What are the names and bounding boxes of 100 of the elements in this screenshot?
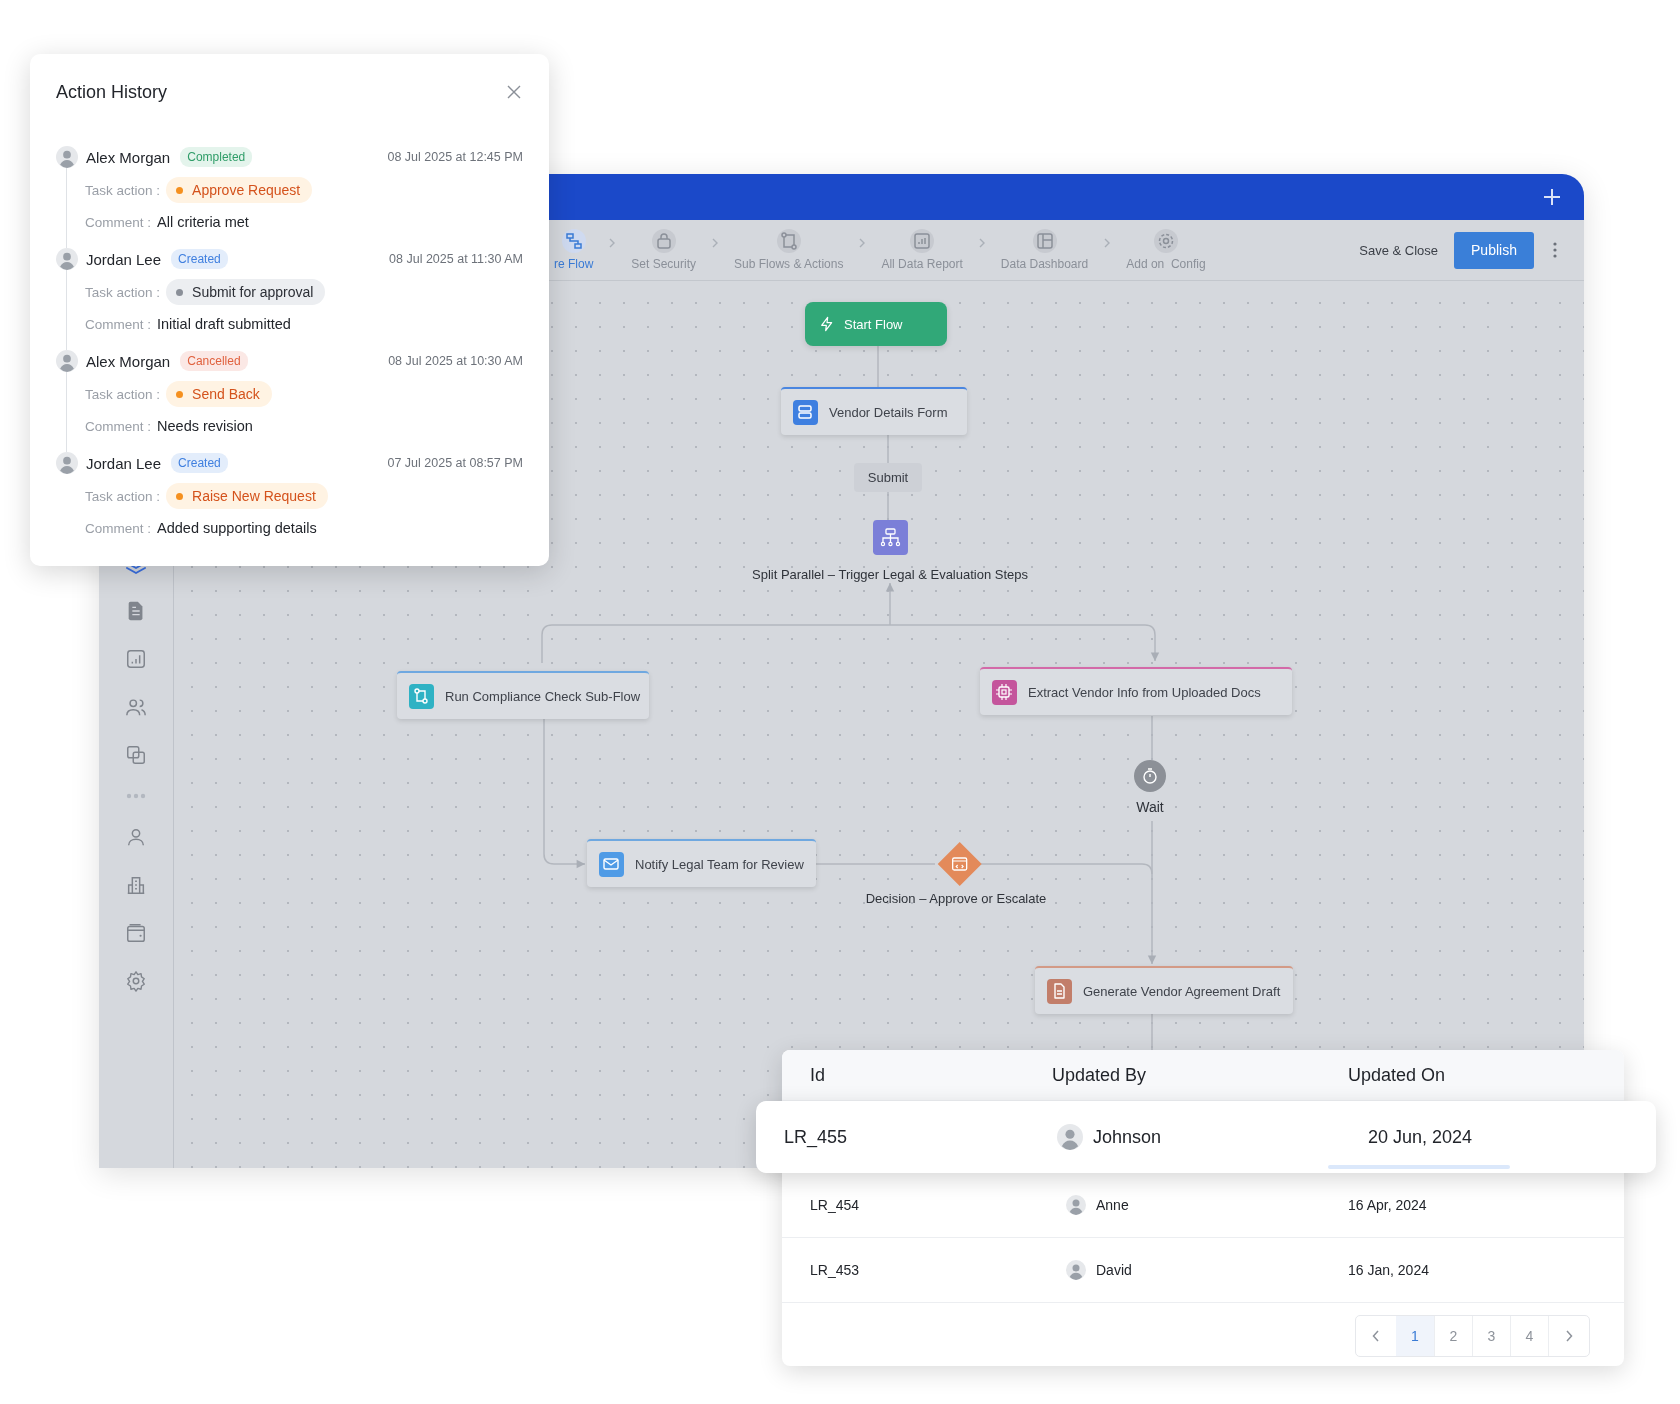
field-label: Comment :	[85, 316, 152, 332]
step-icon	[651, 229, 676, 253]
table-cell-text: 16 Apr, 2024	[1348, 1197, 1428, 1213]
node-label: Vendor Details Form	[829, 404, 948, 420]
node-label: Split Parallel – Trigger Legal & Evaluation Steps	[752, 567, 1028, 582]
chevron-icon	[608, 237, 617, 249]
mail-icon	[599, 851, 624, 877]
more-icon	[1552, 241, 1558, 259]
chart-icon	[125, 648, 147, 670]
column-header: Updated By	[1052, 1064, 1148, 1086]
step-tab[interactable]: Set Security	[631, 229, 697, 271]
field-label: Task action :	[85, 386, 161, 402]
comment-text: Initial draft submitted	[157, 316, 291, 332]
user-name: Jordan Lee	[86, 250, 162, 268]
form-icon	[793, 399, 818, 425]
step-icon	[776, 229, 801, 253]
table-row[interactable]: LR_455 Johnson 20 Jun, 2024	[756, 1101, 1656, 1173]
step-tab[interactable]: re Flow	[554, 229, 594, 271]
status-badge: Cancelled	[180, 351, 248, 371]
user-name: Alex Morgan	[86, 352, 171, 370]
chevron-icon	[1103, 237, 1112, 249]
node-label: Run Compliance Check Sub-Flow	[445, 688, 641, 704]
node-label: Extract Vendor Info from Uploaded Docs	[1028, 684, 1261, 700]
table-cell: Johnson	[1093, 1126, 1162, 1148]
comment-text: Added supporting details	[157, 520, 317, 536]
table-cell-text: LR_454	[810, 1197, 861, 1213]
status-badge: Created	[171, 249, 228, 269]
node-label: Decision – Approve or Escalate	[865, 891, 1047, 906]
action-tag: Send Back	[166, 381, 272, 407]
bolt-icon	[819, 316, 835, 332]
subflow-icon	[409, 683, 434, 709]
table-cell-text: 16 Jan, 2024	[1348, 1262, 1430, 1278]
step-icon	[1032, 229, 1057, 253]
table-row[interactable]: LR_454 Anne 16 Apr, 2024	[782, 1173, 1624, 1238]
table-cell: Anne	[1096, 1197, 1129, 1213]
avatar-icon	[1066, 1260, 1086, 1280]
sidebar-item[interactable]	[125, 648, 147, 670]
step-tab[interactable]: All Data Report	[881, 229, 963, 271]
node-label: Start Flow	[844, 316, 903, 332]
field-label: Task action :	[85, 488, 161, 504]
timestamp: 08 Jul 2025 at 11:30 AM	[389, 252, 523, 266]
status-badge: Created	[171, 453, 228, 473]
step-tab[interactable]: Data Dashboard	[1000, 229, 1089, 271]
publish-button[interactable]: Publish	[1454, 231, 1534, 269]
submit-label: Submit	[854, 463, 922, 492]
flow-node[interactable]: Vendor Details Form	[781, 387, 967, 435]
settings-icon	[125, 970, 147, 992]
table-cell: David	[1096, 1262, 1132, 1278]
chevron-icon	[858, 237, 867, 249]
sidebar-item[interactable]	[125, 826, 147, 848]
user-name: Alex Morgan	[86, 148, 171, 166]
chevron-icon	[977, 237, 986, 249]
chip-icon	[992, 679, 1017, 705]
action-tag: Submit for approval	[166, 279, 326, 305]
copy-icon	[125, 744, 147, 766]
step-icon	[910, 229, 935, 253]
panel-title: Action History	[56, 81, 168, 103]
sidebar-item[interactable]	[125, 744, 147, 766]
status-badge: Completed	[180, 147, 253, 167]
flow-node[interactable]: Extract Vendor Info from Uploaded Docs	[980, 667, 1292, 715]
timestamp: 08 Jul 2025 at 12:45 PM	[387, 150, 523, 164]
flow-node[interactable]: Generate Vendor Agreement Draft	[1035, 966, 1293, 1014]
column-header: Updated On	[1348, 1064, 1447, 1086]
document-icon	[1047, 978, 1072, 1004]
field-label: Task action :	[85, 182, 161, 198]
users-icon	[125, 696, 147, 718]
comment-text: Needs revision	[157, 418, 253, 434]
avatar-icon	[1066, 1195, 1086, 1215]
timestamp: 08 Jul 2025 at 10:30 AM	[388, 354, 523, 368]
comment-text: All criteria met	[157, 214, 249, 230]
field-label: Comment :	[85, 520, 152, 536]
node-label: Generate Vendor Agreement Draft	[1083, 983, 1281, 999]
table-cell-text: LR_453	[810, 1262, 861, 1278]
close-icon	[507, 85, 521, 99]
building-icon	[125, 874, 147, 896]
split-icon	[872, 520, 908, 555]
previous-page-icon	[1372, 1330, 1380, 1342]
page-button[interactable]: 1	[1396, 1316, 1434, 1356]
user-name: Jordan Lee	[86, 454, 162, 472]
action-tag: Raise New Request	[166, 483, 328, 509]
column-header: Id	[810, 1064, 826, 1086]
table-cell-text: LR_455	[784, 1126, 849, 1148]
timestamp: 07 Jul 2025 at 08:57 PM	[387, 456, 523, 470]
node-label: Notify Legal Team for Review	[635, 856, 804, 872]
timer-icon	[1134, 760, 1166, 792]
sidebar-item[interactable]	[125, 922, 147, 944]
sidebar-item[interactable]	[125, 696, 147, 718]
start-node[interactable]: Start Flow	[805, 302, 947, 346]
save-close-button[interactable]: Save & Close	[1359, 242, 1438, 258]
field-label: Comment :	[85, 214, 152, 230]
flow-node[interactable]: Run Compliance Check Sub-Flow	[397, 671, 649, 719]
table-cell-text: 20 Jun, 2024	[1368, 1126, 1474, 1148]
step-tab[interactable]: Sub Flows & Actions	[734, 229, 844, 271]
table-row[interactable]: LR_453 David 16 Jan, 2024	[782, 1238, 1624, 1303]
field-label: Task action :	[85, 284, 161, 300]
flow-node[interactable]: Notify Legal Team for Review	[587, 839, 816, 887]
step-tab[interactable]: Add on Config	[1126, 229, 1206, 271]
avatar-icon	[1057, 1124, 1083, 1150]
sidebar-item[interactable]	[125, 970, 147, 992]
sidebar-item[interactable]	[125, 874, 147, 896]
